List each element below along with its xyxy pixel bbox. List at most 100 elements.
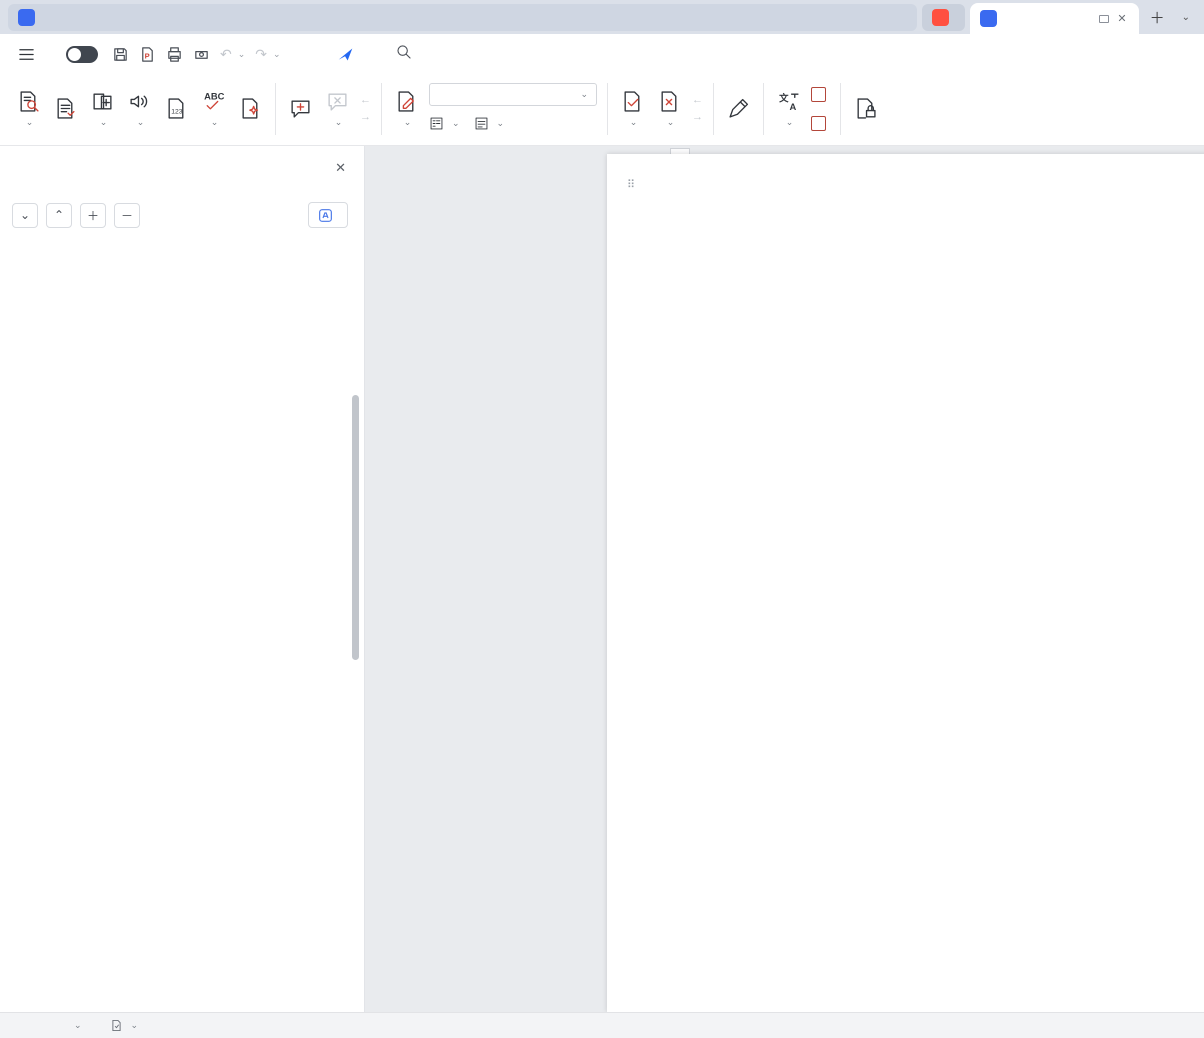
markup-state-dropdown[interactable]: ⌄ xyxy=(429,83,597,106)
undo-button[interactable]: ↶ xyxy=(220,46,232,63)
insert-comment-button[interactable] xyxy=(282,80,319,138)
undo-chevron-icon[interactable]: ⌄ xyxy=(238,49,246,60)
reject-icon xyxy=(658,88,681,115)
proofread-button[interactable]: ⌄ xyxy=(10,80,47,138)
simp-to-trad-button[interactable] xyxy=(811,83,830,105)
pen-icon xyxy=(727,95,750,122)
menu-bar: P ↶ ⌄ ↷ ⌄ xyxy=(0,34,1204,74)
ai-read-icon xyxy=(128,88,151,115)
accept-button[interactable]: ⌄ xyxy=(614,80,651,138)
export-pdf-button[interactable]: P xyxy=(139,46,156,63)
zoom-out-button[interactable]: － xyxy=(114,203,140,228)
ai-proofread-status[interactable]: ⌄ xyxy=(110,1019,139,1032)
wps-ai-button[interactable] xyxy=(337,46,359,63)
wps-logo-icon xyxy=(18,9,35,26)
show-markup-button[interactable]: ⌄ xyxy=(429,113,460,135)
prev-change-icon[interactable]: ← xyxy=(692,95,703,106)
close-tab-icon[interactable]: ✕ xyxy=(1115,12,1128,25)
revise-button[interactable]: ⌄ xyxy=(388,80,425,138)
print-button[interactable] xyxy=(166,46,183,63)
delete-comment-button[interactable]: ⌄ xyxy=(319,80,356,138)
spell-check-status[interactable]: ⌄ xyxy=(70,1020,82,1031)
spell-check-button[interactable]: ABC ⌄ xyxy=(195,80,232,138)
svg-text:ABC: ABC xyxy=(204,90,225,101)
zoom-in-button[interactable]: ＋ xyxy=(80,203,106,228)
restrict-edit-button[interactable] xyxy=(847,80,884,138)
wps-ai-icon xyxy=(337,46,354,63)
next-comment-icon[interactable]: → xyxy=(360,112,371,123)
proofread-icon xyxy=(17,88,40,115)
svg-text:P: P xyxy=(145,51,150,60)
ai-toc-icon xyxy=(318,208,333,223)
translate-icon: 文A xyxy=(777,88,800,115)
ai-recognize-toc-button[interactable] xyxy=(308,202,348,228)
comment-nav-buttons[interactable]: ←→ xyxy=(356,95,375,123)
dropdown-chevron-icon: ⌄ xyxy=(580,89,588,100)
prev-comment-icon[interactable]: ← xyxy=(360,95,371,106)
writer-doc-icon xyxy=(980,10,997,27)
traditional-char-icon xyxy=(811,116,826,131)
drag-handle-icon[interactable]: ⠿ xyxy=(627,178,634,191)
expand-all-button[interactable]: ⌄ xyxy=(12,203,38,228)
svg-text:A: A xyxy=(790,101,797,112)
ribbon-divider xyxy=(607,83,608,135)
file-menu-button[interactable] xyxy=(12,46,46,63)
hamburger-icon xyxy=(18,46,35,63)
restrict-icon xyxy=(854,95,877,122)
ribbon-divider xyxy=(840,83,841,135)
search-icon[interactable] xyxy=(395,43,412,65)
tab-list-chevron-icon[interactable]: ⌄ xyxy=(1176,4,1196,30)
review-ribbon: ⌄ ⌄ ⌄ 123 ABC ⌄ xyxy=(0,74,1204,146)
simplified-char-icon xyxy=(811,87,826,102)
window-tab-bar: ✕ ＋ ⌄ xyxy=(0,0,1204,34)
redo-chevron-icon[interactable]: ⌄ xyxy=(273,49,281,60)
new-tab-button[interactable]: ＋ xyxy=(1144,4,1171,30)
accept-icon xyxy=(621,88,644,115)
reject-button[interactable]: ⌄ xyxy=(651,80,688,138)
document-page[interactable]: ⠿ xyxy=(607,154,1204,1012)
standard-review-icon xyxy=(54,95,77,122)
translate-button[interactable]: 文A ⌄ xyxy=(770,80,807,138)
window-mode-icon[interactable] xyxy=(1099,15,1109,23)
status-bar: ⌄ ⌄ xyxy=(0,1012,1204,1038)
next-change-icon[interactable]: → xyxy=(692,112,703,123)
pen-button[interactable] xyxy=(720,80,757,138)
change-nav-buttons[interactable]: ←→ xyxy=(688,95,707,123)
review-panel-button[interactable]: ⌄ xyxy=(474,113,505,135)
delete-comment-icon xyxy=(326,88,349,115)
ai-read-button[interactable]: ⌄ xyxy=(121,80,158,138)
ribbon-divider xyxy=(381,83,382,135)
standard-review-button[interactable] xyxy=(47,80,84,138)
spell-chevron-icon: ⌄ xyxy=(74,1020,82,1031)
heading-level-marker[interactable]: ⠿ xyxy=(623,178,634,191)
review-icon xyxy=(474,116,489,131)
svg-text:文: 文 xyxy=(778,93,789,104)
word-count-button[interactable]: 123 xyxy=(158,80,195,138)
trad-convert-button[interactable] xyxy=(811,112,830,134)
navigation-sidebar: ✕ ⌄ ⌃ ＋ － xyxy=(0,146,365,1012)
spell-check-icon: ABC xyxy=(202,88,225,115)
sidebar-scrollbar-thumb[interactable] xyxy=(352,395,359,660)
ribbon-divider xyxy=(713,83,714,135)
toc-controls: ⌄ ⌃ ＋ － xyxy=(12,202,348,228)
print-preview-button[interactable] xyxy=(193,46,210,63)
autosave-toggle[interactable] xyxy=(66,46,98,63)
tab-docer-template[interactable] xyxy=(922,4,965,31)
sidebar-close-icon[interactable]: ✕ xyxy=(335,160,346,176)
toc-list xyxy=(0,234,354,1012)
redo-button[interactable]: ↷ xyxy=(255,46,267,63)
process-flow-diagram xyxy=(695,240,1200,620)
svg-text:123: 123 xyxy=(171,109,183,116)
ai-polish-button[interactable] xyxy=(232,80,269,138)
docer-logo-icon xyxy=(932,9,949,26)
autosave-control[interactable] xyxy=(60,46,98,63)
compare-button[interactable]: ⌄ xyxy=(84,80,121,138)
ribbon-divider xyxy=(763,83,764,135)
collapse-all-button[interactable]: ⌃ xyxy=(46,203,72,228)
tab-active-document[interactable]: ✕ xyxy=(970,3,1139,34)
revise-icon xyxy=(395,88,418,115)
word-count-icon: 123 xyxy=(165,95,188,122)
document-area: ⠿ xyxy=(365,146,1204,1012)
save-button[interactable] xyxy=(112,46,129,63)
tab-wps-office[interactable] xyxy=(8,4,917,31)
